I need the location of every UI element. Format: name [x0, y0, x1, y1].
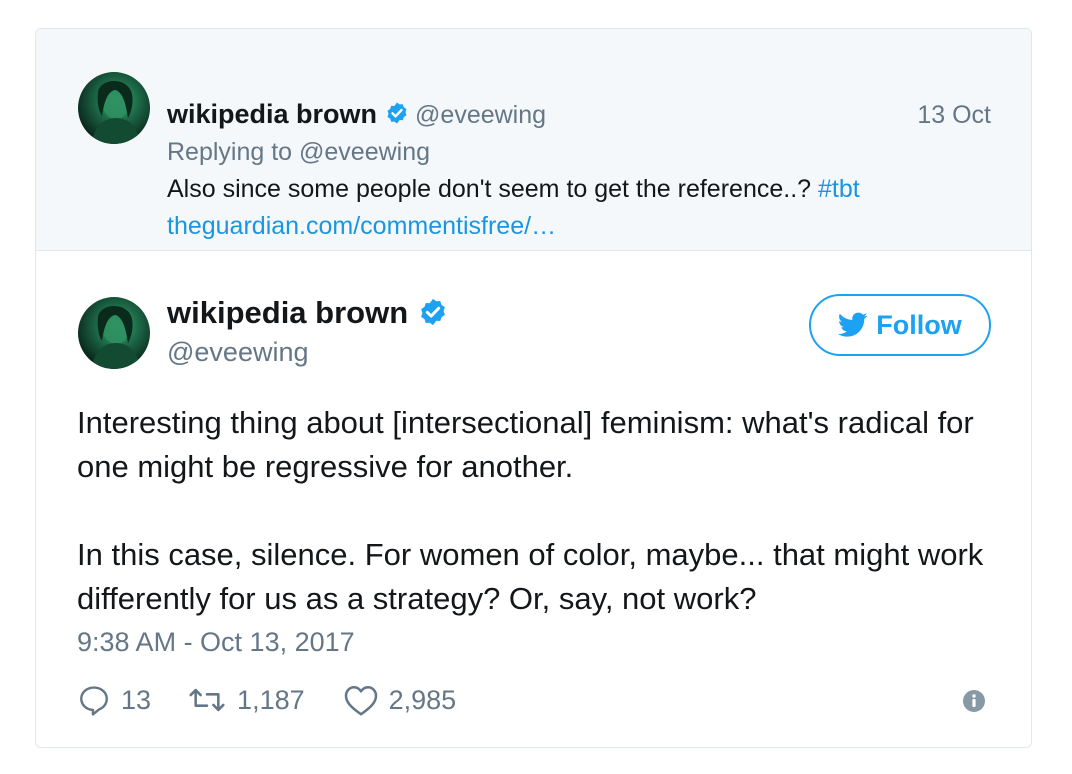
- retweet-icon: [189, 688, 225, 712]
- author-handle[interactable]: @eveewing: [415, 101, 546, 129]
- tweet-embed-card: wikipedia brown @eveewing 13 Oct Replying…: [35, 28, 1032, 748]
- parent-author-row: wikipedia brown @eveewing: [167, 99, 546, 130]
- author-handle[interactable]: @eveewing: [167, 337, 309, 368]
- main-author-row: wikipedia brown: [167, 295, 448, 332]
- follow-button[interactable]: Follow: [809, 294, 991, 356]
- tweet-timestamp[interactable]: 9:38 AM - Oct 13, 2017: [77, 627, 355, 658]
- retweet-button[interactable]: 1,187: [187, 683, 305, 717]
- info-icon[interactable]: [962, 689, 986, 713]
- tweet-text: Interesting thing about [intersectional]…: [77, 401, 997, 621]
- author-name[interactable]: wikipedia brown: [167, 99, 377, 129]
- twitter-bird-icon: [838, 312, 868, 337]
- reply-count: 13: [121, 684, 152, 715]
- hashtag-link[interactable]: #tbt: [818, 175, 860, 203]
- tweet-text: Also since some people don't seem to get…: [167, 175, 818, 203]
- avatar[interactable]: [78, 297, 150, 369]
- author-name[interactable]: wikipedia brown: [167, 295, 408, 330]
- reply-icon: [80, 686, 108, 716]
- tweet-actions: 13 1,187 2,985: [77, 682, 456, 718]
- avatar[interactable]: [78, 72, 150, 144]
- replying-to-label: Replying to @eveewing: [167, 138, 431, 166]
- article-link[interactable]: theguardian.com/commentisfree/…: [167, 212, 556, 241]
- follow-label: Follow: [876, 309, 962, 340]
- tweet-date[interactable]: 13 Oct: [917, 101, 991, 130]
- tweet-paragraph: In this case, silence. For women of colo…: [77, 537, 984, 616]
- parent-tweet[interactable]: wikipedia brown @eveewing 13 Oct Replying…: [36, 29, 1031, 251]
- reply-button[interactable]: 13: [77, 683, 151, 717]
- tweet-paragraph: Interesting thing about [intersectional]…: [77, 405, 974, 484]
- verified-badge-icon: [418, 297, 448, 332]
- like-button[interactable]: 2,985: [343, 683, 457, 717]
- like-count: 2,985: [388, 684, 457, 715]
- heart-icon: [344, 685, 377, 716]
- retweet-count: 1,187: [237, 684, 305, 715]
- verified-badge-icon: [385, 101, 409, 130]
- parent-tweet-text: Also since some people don't seem to get…: [167, 175, 860, 204]
